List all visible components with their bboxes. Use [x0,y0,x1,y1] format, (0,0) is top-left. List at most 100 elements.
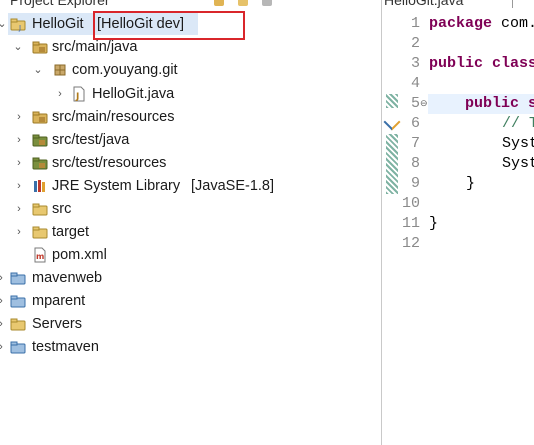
project-explorer-tab-title: Project Explorer [10,0,110,8]
tree-item-src-test-resources[interactable]: › src/test/resources [0,152,381,174]
code-line-3[interactable]: public class [429,54,534,74]
folder-icon [32,201,48,217]
code-keyword: public class [429,55,534,72]
tree-item-label: mavenweb [32,270,103,286]
tree-item-servers[interactable]: › Servers [0,313,381,335]
package-icon [52,62,68,78]
tree-item-label: com.youyang.git [72,62,178,78]
project-explorer-tab[interactable]: Project Explorer [0,0,381,8]
collapse-arrow-icon[interactable]: ⌄ [33,59,43,81]
expand-arrow-icon[interactable]: › [14,221,24,243]
project-icon [10,293,26,309]
tree-item-label: HelloGit [32,16,84,32]
line-number: 10 [401,195,420,212]
tree-item-target[interactable]: › target [0,221,381,243]
java-project-icon: J [10,16,26,32]
line-number: 9 [410,175,420,192]
tree-item-label: HelloGit.java [92,86,175,102]
code-text: Syst [502,135,534,152]
tree-item-label: src/test/java [52,132,130,148]
toolbar-menu-icon[interactable] [262,0,272,6]
tree-item-jre-system-library[interactable]: › JRE System Library [JavaSE-1.8] [0,175,381,197]
expand-arrow-icon[interactable]: › [0,336,6,358]
expand-arrow-icon[interactable]: › [14,175,24,197]
java-file-icon: J [71,86,87,102]
expand-arrow-icon[interactable]: › [14,106,24,128]
java-editor[interactable]: HelloGit.java 1 2 3 4 5 ⊖ 6 7 8 9 10 11 … [382,0,534,445]
line-number: 7 [410,135,420,152]
line-number: 3 [410,55,420,72]
tree-item-label: Servers [32,316,82,332]
folder-icon [10,316,26,332]
line-number: 4 [410,75,420,92]
line-number: 1 [410,15,420,32]
code-line-5[interactable]: public s [465,94,534,114]
line-number: 5 [410,95,420,112]
collapse-arrow-icon[interactable]: ⌄ [0,13,7,35]
line-number: 2 [410,35,420,52]
code-text: com. [492,15,534,32]
tree-item-mparent[interactable]: › mparent [0,290,381,312]
tree-item-label: mparent [32,293,86,309]
expand-arrow-icon[interactable]: › [14,129,24,151]
code-text: } [466,175,476,192]
code-line-6[interactable]: // T [502,114,534,134]
code-keyword: public s [465,95,534,112]
code-line-8[interactable]: Syst [502,154,534,174]
expand-arrow-icon[interactable]: › [55,83,65,105]
tree-item-decoration: [JavaSE-1.8] [191,178,275,194]
code-text: } [429,215,439,232]
toolbar-link-icon[interactable] [238,0,248,6]
toolbar-collapse-icon[interactable] [214,0,224,6]
project-explorer-panel: Project Explorer ⌄ J HelloGit [HelloGit … [0,0,381,445]
line-number: 6 [410,115,420,132]
xml-file-icon: m [32,247,48,263]
tree-item-hellogit-java[interactable]: › J HelloGit.java [0,83,381,105]
code-line-11[interactable]: } [429,214,438,234]
expand-arrow-icon[interactable]: › [0,313,6,335]
code-text: Syst [502,155,534,172]
tree-item-src[interactable]: › src [0,198,381,220]
svg-text:J: J [18,24,21,32]
expand-arrow-icon[interactable]: › [14,198,24,220]
tree-item-label: JRE System Library [52,178,181,194]
code-comment: // T [502,115,534,132]
tree-item-label: testmaven [32,339,99,355]
tree-item-label: pom.xml [52,247,107,263]
code-line-7[interactable]: Syst [502,134,534,154]
tree-item-label: src [52,201,72,217]
code-line-1[interactable]: package com. [429,14,534,34]
tab-separator [512,0,513,8]
test-source-folder-icon [32,132,48,148]
tree-item-testmaven[interactable]: › testmaven [0,336,381,358]
editor-tab-title: HelloGit.java [384,0,464,8]
source-folder-icon [32,109,48,125]
tree-item-src-main-resources[interactable]: › src/main/resources [0,106,381,128]
tree-item-package[interactable]: ⌄ com.youyang.git [0,59,381,81]
fold-toggle-icon[interactable]: ⊖ [420,98,428,109]
line-number: 12 [401,235,420,252]
project-icon [10,339,26,355]
project-icon [10,270,26,286]
tree-item-mavenweb[interactable]: › mavenweb [0,267,381,289]
folder-icon [32,224,48,240]
test-source-folder-icon [32,155,48,171]
tree-item-label: src/test/resources [52,155,167,171]
source-folder-icon [32,39,48,55]
svg-text:m: m [36,252,44,261]
editor-tab[interactable]: HelloGit.java [382,0,534,8]
line-number: 8 [410,155,420,172]
line-number: 11 [401,215,420,232]
expand-arrow-icon[interactable]: › [0,290,6,312]
expand-arrow-icon[interactable]: › [0,267,6,289]
code-line-9[interactable]: } [466,174,475,194]
tree-item-label: src/main/resources [52,109,175,125]
annotation-red-box [93,11,245,40]
expand-arrow-icon[interactable]: › [14,152,24,174]
tree-item-src-test-java[interactable]: › src/test/java [0,129,381,151]
library-icon [32,178,48,194]
tree-item-label: target [52,224,90,240]
code-keyword: package [429,15,493,32]
collapse-arrow-icon[interactable]: ⌄ [13,36,23,58]
tree-item-pom-xml[interactable]: m pom.xml [0,244,381,266]
